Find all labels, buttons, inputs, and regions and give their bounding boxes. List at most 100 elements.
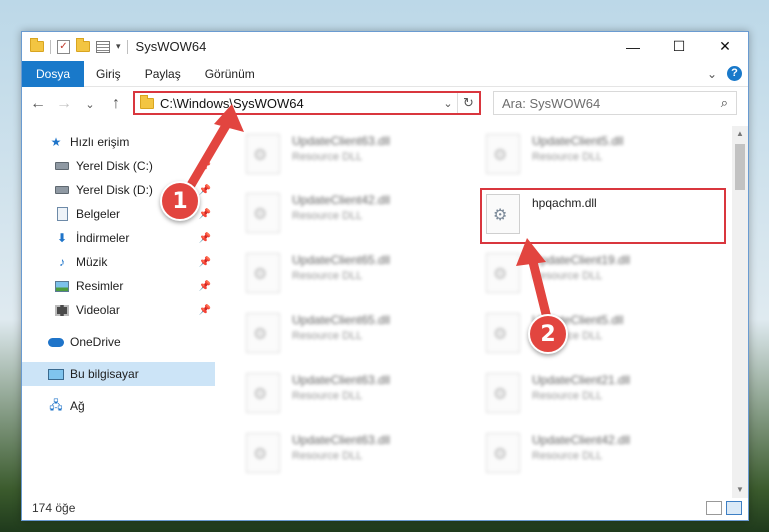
file-item[interactable]: ⚙ UpdateClient5.dll Resource DLL (486, 130, 716, 184)
search-icon[interactable]: ⌕ (721, 95, 728, 111)
file-type: Resource DLL (292, 330, 363, 342)
folder-icon (30, 38, 44, 52)
help-icon[interactable]: ? (727, 66, 742, 81)
recent-locations-button[interactable]: ⌄ (80, 98, 100, 111)
download-icon: ⬇ (56, 231, 68, 245)
address-dropdown-icon[interactable]: ⌄ (439, 97, 457, 110)
scroll-up-icon[interactable]: ▲ (732, 126, 748, 142)
scroll-thumb[interactable] (735, 144, 745, 190)
minimize-button[interactable]: — (610, 32, 656, 61)
sidebar-item-onedrive[interactable]: OneDrive (22, 330, 215, 354)
sidebar-item-pictures[interactable]: Resimler 📌 (22, 274, 215, 298)
pin-icon[interactable]: 📌 (199, 161, 211, 172)
refresh-button[interactable]: ↻ (457, 93, 479, 113)
file-item[interactable]: ⚙ UpdateClient65.dll Resource DLL (246, 309, 476, 363)
file-item[interactable]: ⚙ UpdateClient63.dll Resource DLL (246, 130, 476, 184)
view-toggle (706, 501, 748, 515)
rename-icon[interactable] (96, 40, 110, 53)
ribbon-tabs: Dosya Giriş Paylaş Görünüm ⌄ ? (22, 60, 748, 87)
up-button[interactable]: ↑ (106, 95, 126, 113)
file-name: UpdateClient63.dll (292, 433, 391, 447)
sidebar-item-videos[interactable]: Videolar 📌 (22, 298, 215, 322)
close-button[interactable]: ✕ (702, 32, 748, 61)
file-type: Resource DLL (532, 151, 603, 163)
file-name: UpdateClient5.dll (532, 134, 624, 148)
maximize-button[interactable]: ☐ (656, 32, 702, 61)
file-list: ⚙ UpdateClient63.dll Resource DLL ⚙ Updat… (230, 126, 735, 490)
file-item[interactable]: ⚙ UpdateClient21.dll Resource DLL (486, 369, 716, 423)
file-item[interactable]: ⚙ UpdateClient42.dll Resource DLL (246, 189, 476, 243)
pin-icon[interactable]: 📌 (199, 257, 211, 268)
title-bar: ✓ ▾ SysWOW64 — ☐ ✕ (22, 32, 748, 61)
sidebar-item-label: Ağ (70, 399, 85, 413)
sidebar-item-label: Resimler (76, 279, 124, 293)
vertical-scrollbar[interactable]: ▲ ▼ (732, 126, 748, 498)
sidebar-item-label: İndirmeler (76, 231, 130, 245)
quick-access-toolbar: ✓ ▾ (30, 38, 128, 54)
ribbon-right: ⌄ ? (707, 66, 748, 81)
dll-file-icon: ⚙ (486, 134, 520, 174)
tab-file[interactable]: Dosya (22, 60, 85, 87)
properties-check-icon[interactable]: ✓ (57, 39, 70, 54)
pin-icon[interactable]: 📌 (199, 305, 211, 316)
pin-icon[interactable]: 📌 (199, 233, 211, 244)
pin-icon[interactable]: 📌 (199, 209, 211, 220)
file-name: UpdateClient42.dll (292, 193, 391, 207)
sidebar-item-network[interactable]: 🖧 Ağ (22, 394, 215, 418)
network-icon: 🖧 (49, 397, 63, 412)
dll-file-icon: ⚙ (246, 433, 280, 473)
pin-icon[interactable]: 📌 (199, 185, 211, 196)
file-item[interactable]: ⚙ UpdateClient19.dll Resource DLL (486, 249, 716, 303)
sidebar-item-label: Belgeler (76, 207, 121, 221)
new-folder-icon[interactable] (76, 38, 90, 52)
sidebar-item-downloads[interactable]: ⬇ İndirmeler 📌 (22, 226, 215, 250)
file-item-hpqachm[interactable]: ⚙ hpqachm.dll (480, 188, 726, 244)
sidebar-item-music[interactable]: ♪ Müzik 📌 (22, 250, 215, 274)
folder-icon (140, 94, 154, 109)
file-item[interactable]: ⚙ UpdateClient5.dllResource DLL (486, 309, 716, 363)
forward-button[interactable]: → (54, 95, 74, 113)
dll-file-icon: ⚙ (246, 193, 280, 233)
dll-file-icon: ⚙ (486, 373, 520, 413)
tab-share[interactable]: Paylaş (133, 61, 193, 87)
sidebar-item-quick-access[interactable]: ★ Hızlı erişim (22, 130, 215, 154)
file-item[interactable]: ⚙ UpdateClient63.dll Resource DLL (246, 369, 476, 423)
file-item[interactable]: ⚙ UpdateClient63.dll Resource DLL (246, 429, 476, 483)
pin-icon[interactable]: 📌 (199, 281, 211, 292)
address-bar[interactable]: C:\Windows\SysWOW64 ⌄ ↻ (133, 91, 481, 115)
file-type: Resource DLL (532, 390, 603, 402)
large-icons-view-icon[interactable] (726, 501, 742, 515)
step-2-badge: 2 (528, 314, 568, 354)
back-button[interactable]: ← (28, 95, 48, 113)
file-item[interactable]: ⚙ UpdateClient42.dll Resource DLL (486, 429, 716, 483)
disk-icon (54, 183, 70, 197)
file-type: Resource DLL (292, 270, 363, 282)
dll-file-icon: ⚙ (246, 134, 280, 174)
sidebar-item-label: Yerel Disk (C:) (76, 159, 153, 173)
sidebar-item-label: Videolar (76, 303, 120, 317)
file-name: UpdateClient42.dll (532, 433, 631, 447)
tab-home[interactable]: Giriş (84, 61, 133, 87)
search-placeholder: Ara: SysWOW64 (502, 95, 601, 111)
address-path[interactable]: C:\Windows\SysWOW64 (160, 96, 439, 111)
file-name: UpdateClient19.dll (532, 253, 631, 267)
file-type: Resource DLL (292, 210, 363, 222)
file-item[interactable]: ⚙ UpdateClient65.dll Resource DLL (246, 249, 476, 303)
customize-chevron-icon[interactable]: ▾ (116, 41, 121, 52)
ribbon-expand-icon[interactable]: ⌄ (707, 67, 717, 81)
details-view-icon[interactable] (706, 501, 722, 515)
tab-view[interactable]: Görünüm (193, 61, 267, 87)
dll-file-icon: ⚙ (246, 313, 280, 353)
explorer-window: ✓ ▾ SysWOW64 — ☐ ✕ Dosya Giriş Paylaş Gö… (21, 31, 749, 521)
sidebar-item-this-pc[interactable]: Bu bilgisayar (22, 362, 215, 386)
file-name: UpdateClient63.dll (292, 373, 391, 387)
sidebar-item-local-disk-c[interactable]: Yerel Disk (C:) 📌 (22, 154, 215, 178)
cloud-icon (48, 335, 64, 349)
step-1-badge: 1 (160, 181, 200, 221)
search-input[interactable]: Ara: SysWOW64 ⌕ (493, 91, 737, 115)
videos-icon (54, 303, 70, 317)
file-type: Resource DLL (292, 450, 363, 462)
dll-file-icon: ⚙ (486, 433, 520, 473)
documents-icon (54, 207, 70, 221)
file-name: hpqachm.dll (532, 196, 597, 210)
